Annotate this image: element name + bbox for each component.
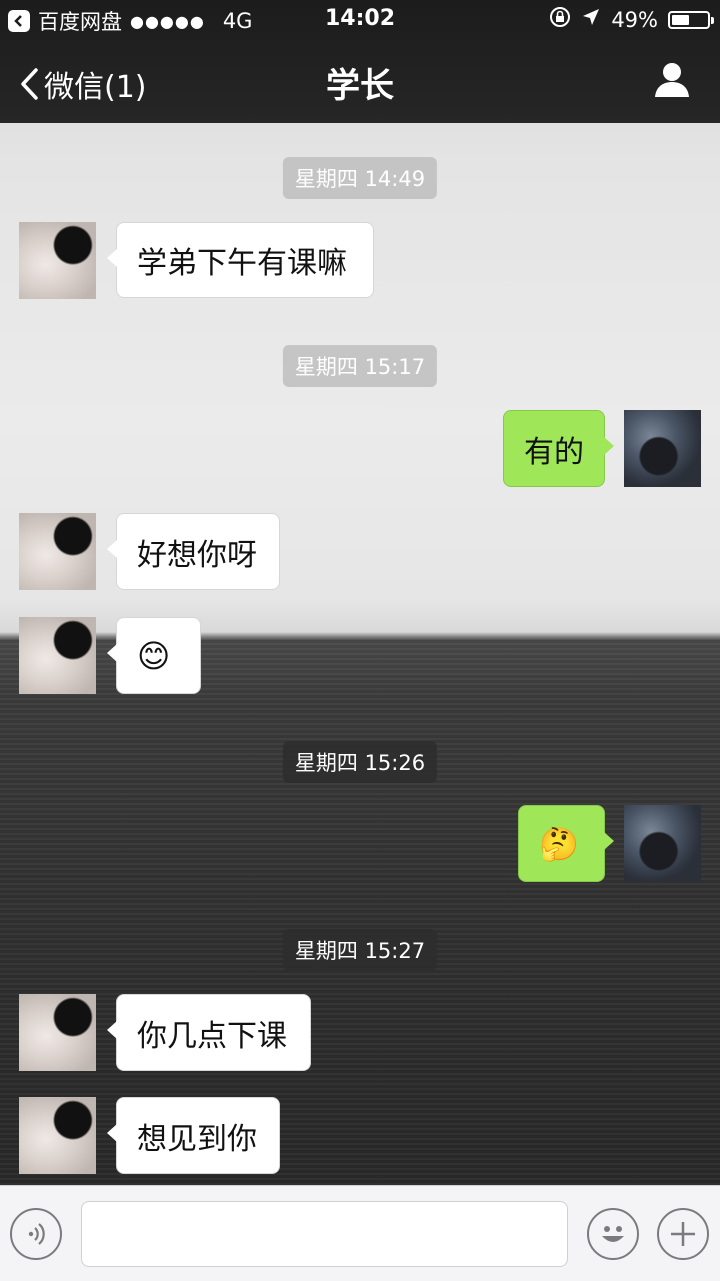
my-avatar[interactable] bbox=[624, 410, 701, 487]
contact-avatar[interactable] bbox=[19, 513, 96, 590]
battery-icon bbox=[668, 10, 714, 29]
smile-emoji: 😊 bbox=[137, 636, 171, 675]
plus-icon[interactable] bbox=[657, 1208, 709, 1260]
voice-icon[interactable] bbox=[10, 1208, 62, 1260]
thinking-emoji: 🤔 bbox=[539, 824, 579, 863]
message-text: 想见到你 bbox=[137, 1121, 257, 1157]
status-bar: 百度网盘 ●●●●● 4G 14:02 49% bbox=[0, 0, 720, 40]
message-input[interactable] bbox=[81, 1201, 568, 1267]
message-bubble-received[interactable]: 想见到你 bbox=[107, 1097, 280, 1174]
timestamp: 星期四 14:49 bbox=[282, 157, 438, 199]
person-icon[interactable] bbox=[652, 60, 692, 100]
location-icon bbox=[581, 7, 601, 32]
emoji-icon[interactable] bbox=[587, 1208, 639, 1260]
chevron-left-icon bbox=[21, 68, 38, 100]
timestamp: 星期四 15:27 bbox=[282, 929, 438, 971]
message-text: 好想你呀 bbox=[137, 537, 257, 573]
message-text: 你几点下课 bbox=[137, 1018, 287, 1054]
rotation-lock-icon bbox=[549, 6, 571, 33]
contact-avatar[interactable] bbox=[19, 617, 96, 694]
message-bubble-sent[interactable]: 🤔 bbox=[518, 805, 614, 882]
chat-screen: 百度网盘 ●●●●● 4G 14:02 49% 微信(1) 学长 星期四 14:… bbox=[0, 0, 720, 1281]
nav-bar: 微信(1) 学长 bbox=[0, 40, 720, 123]
battery-percent: 49% bbox=[611, 7, 658, 32]
contact-avatar[interactable] bbox=[19, 1097, 96, 1174]
message-bubble-received[interactable]: 好想你呀 bbox=[107, 513, 280, 590]
contact-avatar[interactable] bbox=[19, 222, 96, 299]
back-button[interactable]: 微信(1) bbox=[18, 62, 147, 106]
timestamp: 星期四 15:17 bbox=[282, 345, 438, 387]
message-text: 学弟下午有课嘛 bbox=[137, 246, 347, 281]
message-bubble-received[interactable]: 学弟下午有课嘛 bbox=[107, 222, 374, 298]
timestamp: 星期四 15:26 bbox=[282, 741, 438, 783]
message-bubble-received[interactable]: 你几点下课 bbox=[107, 994, 311, 1071]
message-bubble-received[interactable]: 😊 bbox=[107, 617, 201, 694]
contact-avatar[interactable] bbox=[19, 994, 96, 1071]
message-text: 有的 bbox=[524, 434, 584, 470]
background-sea bbox=[0, 638, 720, 1185]
back-label[interactable]: 微信(1) bbox=[44, 62, 147, 106]
my-avatar[interactable] bbox=[624, 805, 701, 882]
status-right: 49% bbox=[549, 6, 714, 33]
input-bar bbox=[0, 1185, 720, 1281]
top-bar: 百度网盘 ●●●●● 4G 14:02 49% 微信(1) 学长 bbox=[0, 0, 720, 123]
message-bubble-sent[interactable]: 有的 bbox=[503, 410, 614, 487]
